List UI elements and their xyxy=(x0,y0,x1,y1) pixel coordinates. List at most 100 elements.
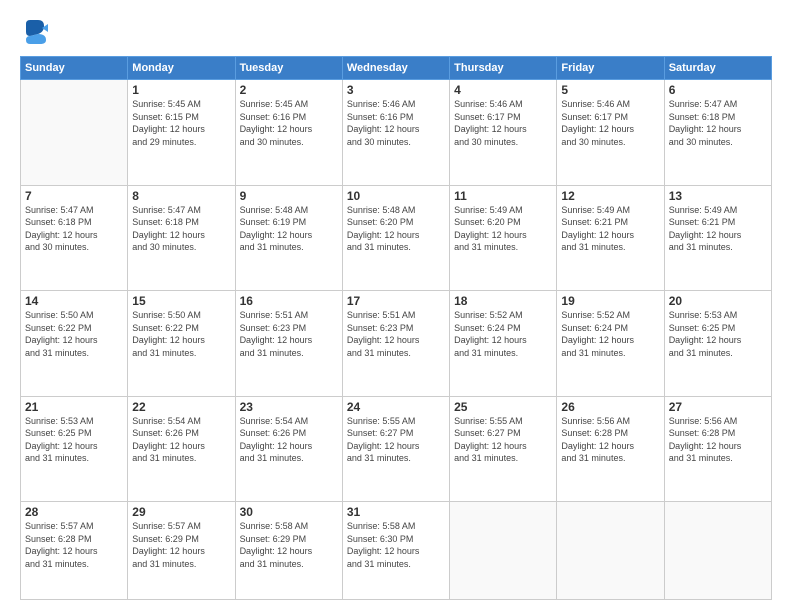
calendar-cell: 15Sunrise: 5:50 AM Sunset: 6:22 PM Dayli… xyxy=(128,291,235,397)
day-number: 4 xyxy=(454,83,552,97)
calendar-cell: 8Sunrise: 5:47 AM Sunset: 6:18 PM Daylig… xyxy=(128,185,235,291)
day-number: 2 xyxy=(240,83,338,97)
calendar-cell: 21Sunrise: 5:53 AM Sunset: 6:25 PM Dayli… xyxy=(21,396,128,502)
calendar-cell: 6Sunrise: 5:47 AM Sunset: 6:18 PM Daylig… xyxy=(664,80,771,186)
calendar-cell: 2Sunrise: 5:45 AM Sunset: 6:16 PM Daylig… xyxy=(235,80,342,186)
calendar-cell: 19Sunrise: 5:52 AM Sunset: 6:24 PM Dayli… xyxy=(557,291,664,397)
day-info: Sunrise: 5:51 AM Sunset: 6:23 PM Dayligh… xyxy=(347,309,445,359)
day-number: 5 xyxy=(561,83,659,97)
calendar-cell: 24Sunrise: 5:55 AM Sunset: 6:27 PM Dayli… xyxy=(342,396,449,502)
calendar-cell: 11Sunrise: 5:49 AM Sunset: 6:20 PM Dayli… xyxy=(450,185,557,291)
day-number: 7 xyxy=(25,189,123,203)
calendar-cell: 14Sunrise: 5:50 AM Sunset: 6:22 PM Dayli… xyxy=(21,291,128,397)
calendar-cell: 23Sunrise: 5:54 AM Sunset: 6:26 PM Dayli… xyxy=(235,396,342,502)
day-number: 3 xyxy=(347,83,445,97)
day-number: 28 xyxy=(25,505,123,519)
day-number: 20 xyxy=(669,294,767,308)
calendar-cell: 4Sunrise: 5:46 AM Sunset: 6:17 PM Daylig… xyxy=(450,80,557,186)
day-number: 9 xyxy=(240,189,338,203)
day-number: 17 xyxy=(347,294,445,308)
weekday-header-row: Sunday Monday Tuesday Wednesday Thursday… xyxy=(21,57,772,80)
day-number: 21 xyxy=(25,400,123,414)
day-info: Sunrise: 5:48 AM Sunset: 6:20 PM Dayligh… xyxy=(347,204,445,254)
calendar-cell: 17Sunrise: 5:51 AM Sunset: 6:23 PM Dayli… xyxy=(342,291,449,397)
day-info: Sunrise: 5:49 AM Sunset: 6:21 PM Dayligh… xyxy=(561,204,659,254)
calendar-cell: 30Sunrise: 5:58 AM Sunset: 6:29 PM Dayli… xyxy=(235,502,342,600)
calendar-week-row: 14Sunrise: 5:50 AM Sunset: 6:22 PM Dayli… xyxy=(21,291,772,397)
day-info: Sunrise: 5:56 AM Sunset: 6:28 PM Dayligh… xyxy=(561,415,659,465)
day-number: 15 xyxy=(132,294,230,308)
calendar-cell: 12Sunrise: 5:49 AM Sunset: 6:21 PM Dayli… xyxy=(557,185,664,291)
day-info: Sunrise: 5:47 AM Sunset: 6:18 PM Dayligh… xyxy=(669,98,767,148)
calendar-cell xyxy=(450,502,557,600)
calendar-week-row: 21Sunrise: 5:53 AM Sunset: 6:25 PM Dayli… xyxy=(21,396,772,502)
calendar-cell: 20Sunrise: 5:53 AM Sunset: 6:25 PM Dayli… xyxy=(664,291,771,397)
logo xyxy=(20,18,52,46)
day-info: Sunrise: 5:56 AM Sunset: 6:28 PM Dayligh… xyxy=(669,415,767,465)
day-info: Sunrise: 5:53 AM Sunset: 6:25 PM Dayligh… xyxy=(25,415,123,465)
header xyxy=(20,18,772,46)
calendar-cell: 29Sunrise: 5:57 AM Sunset: 6:29 PM Dayli… xyxy=(128,502,235,600)
calendar-week-row: 1Sunrise: 5:45 AM Sunset: 6:15 PM Daylig… xyxy=(21,80,772,186)
day-info: Sunrise: 5:49 AM Sunset: 6:21 PM Dayligh… xyxy=(669,204,767,254)
day-number: 6 xyxy=(669,83,767,97)
day-number: 29 xyxy=(132,505,230,519)
calendar-cell: 28Sunrise: 5:57 AM Sunset: 6:28 PM Dayli… xyxy=(21,502,128,600)
calendar-cell: 10Sunrise: 5:48 AM Sunset: 6:20 PM Dayli… xyxy=(342,185,449,291)
day-info: Sunrise: 5:54 AM Sunset: 6:26 PM Dayligh… xyxy=(240,415,338,465)
day-number: 12 xyxy=(561,189,659,203)
day-info: Sunrise: 5:54 AM Sunset: 6:26 PM Dayligh… xyxy=(132,415,230,465)
day-info: Sunrise: 5:53 AM Sunset: 6:25 PM Dayligh… xyxy=(669,309,767,359)
calendar-week-row: 28Sunrise: 5:57 AM Sunset: 6:28 PM Dayli… xyxy=(21,502,772,600)
header-wednesday: Wednesday xyxy=(342,57,449,80)
day-number: 8 xyxy=(132,189,230,203)
calendar-table: Sunday Monday Tuesday Wednesday Thursday… xyxy=(20,56,772,600)
day-number: 13 xyxy=(669,189,767,203)
day-number: 16 xyxy=(240,294,338,308)
day-number: 1 xyxy=(132,83,230,97)
calendar-cell xyxy=(557,502,664,600)
day-info: Sunrise: 5:55 AM Sunset: 6:27 PM Dayligh… xyxy=(347,415,445,465)
calendar-cell: 25Sunrise: 5:55 AM Sunset: 6:27 PM Dayli… xyxy=(450,396,557,502)
header-sunday: Sunday xyxy=(21,57,128,80)
day-number: 14 xyxy=(25,294,123,308)
day-number: 10 xyxy=(347,189,445,203)
header-monday: Monday xyxy=(128,57,235,80)
day-info: Sunrise: 5:49 AM Sunset: 6:20 PM Dayligh… xyxy=(454,204,552,254)
day-info: Sunrise: 5:52 AM Sunset: 6:24 PM Dayligh… xyxy=(454,309,552,359)
calendar-cell: 13Sunrise: 5:49 AM Sunset: 6:21 PM Dayli… xyxy=(664,185,771,291)
calendar-cell: 7Sunrise: 5:47 AM Sunset: 6:18 PM Daylig… xyxy=(21,185,128,291)
calendar-cell xyxy=(664,502,771,600)
calendar-cell: 18Sunrise: 5:52 AM Sunset: 6:24 PM Dayli… xyxy=(450,291,557,397)
day-number: 25 xyxy=(454,400,552,414)
day-info: Sunrise: 5:48 AM Sunset: 6:19 PM Dayligh… xyxy=(240,204,338,254)
day-info: Sunrise: 5:45 AM Sunset: 6:15 PM Dayligh… xyxy=(132,98,230,148)
calendar-cell: 22Sunrise: 5:54 AM Sunset: 6:26 PM Dayli… xyxy=(128,396,235,502)
day-info: Sunrise: 5:47 AM Sunset: 6:18 PM Dayligh… xyxy=(25,204,123,254)
day-info: Sunrise: 5:57 AM Sunset: 6:28 PM Dayligh… xyxy=(25,520,123,570)
day-number: 27 xyxy=(669,400,767,414)
logo-icon xyxy=(20,18,48,46)
calendar-cell: 3Sunrise: 5:46 AM Sunset: 6:16 PM Daylig… xyxy=(342,80,449,186)
calendar-cell: 27Sunrise: 5:56 AM Sunset: 6:28 PM Dayli… xyxy=(664,396,771,502)
day-number: 30 xyxy=(240,505,338,519)
calendar-cell: 16Sunrise: 5:51 AM Sunset: 6:23 PM Dayli… xyxy=(235,291,342,397)
calendar-cell: 26Sunrise: 5:56 AM Sunset: 6:28 PM Dayli… xyxy=(557,396,664,502)
day-info: Sunrise: 5:58 AM Sunset: 6:29 PM Dayligh… xyxy=(240,520,338,570)
day-info: Sunrise: 5:47 AM Sunset: 6:18 PM Dayligh… xyxy=(132,204,230,254)
day-number: 31 xyxy=(347,505,445,519)
day-number: 11 xyxy=(454,189,552,203)
calendar-cell: 31Sunrise: 5:58 AM Sunset: 6:30 PM Dayli… xyxy=(342,502,449,600)
day-number: 18 xyxy=(454,294,552,308)
day-info: Sunrise: 5:46 AM Sunset: 6:16 PM Dayligh… xyxy=(347,98,445,148)
calendar-cell: 1Sunrise: 5:45 AM Sunset: 6:15 PM Daylig… xyxy=(128,80,235,186)
day-info: Sunrise: 5:51 AM Sunset: 6:23 PM Dayligh… xyxy=(240,309,338,359)
day-info: Sunrise: 5:58 AM Sunset: 6:30 PM Dayligh… xyxy=(347,520,445,570)
day-info: Sunrise: 5:50 AM Sunset: 6:22 PM Dayligh… xyxy=(25,309,123,359)
day-number: 24 xyxy=(347,400,445,414)
calendar-cell: 5Sunrise: 5:46 AM Sunset: 6:17 PM Daylig… xyxy=(557,80,664,186)
day-number: 23 xyxy=(240,400,338,414)
day-info: Sunrise: 5:46 AM Sunset: 6:17 PM Dayligh… xyxy=(561,98,659,148)
header-tuesday: Tuesday xyxy=(235,57,342,80)
day-number: 22 xyxy=(132,400,230,414)
